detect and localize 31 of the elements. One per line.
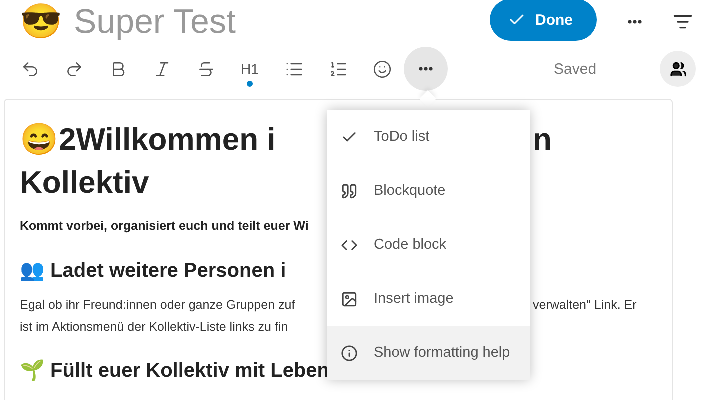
document-heading: n: [533, 121, 553, 159]
active-dot-icon: [247, 81, 253, 87]
paragraph-text: Egal ob ihr Freund:innen oder ganze Gruppen zuf: [20, 297, 296, 314]
menu-item[interactable]: ToDo list: [327, 110, 530, 164]
document-lead-text: Kommt vorbei, organisiert euch und teilt euer Wi: [20, 218, 310, 235]
document-heading: Kollektiv: [20, 164, 150, 202]
paragraph-text: ist im Aktionsmenü der Kollektiv-Liste links zu fin: [20, 319, 290, 336]
heading-button[interactable]: H1: [228, 47, 272, 91]
more-icon: [628, 20, 642, 24]
strike-icon: [196, 60, 216, 78]
title-emoji: 😎: [20, 5, 62, 39]
save-status: Saved: [554, 60, 598, 78]
done-button[interactable]: Done: [490, 0, 597, 41]
section-heading: 🌱 Füllt euer Kollektiv mit Leben: [20, 358, 327, 384]
share-button[interactable]: [660, 51, 696, 87]
undo-icon: [20, 60, 40, 78]
menu-item[interactable]: Code block: [327, 218, 530, 272]
info-icon: [341, 344, 358, 362]
document-heading: 😄2Willkommen i: [20, 121, 277, 159]
menu-item[interactable]: Blockquote: [327, 164, 530, 218]
image-icon: [341, 290, 358, 308]
quote-icon: [341, 182, 358, 200]
section-heading: 👥 Ladet weitere Personen i: [20, 259, 288, 284]
menu-item[interactable]: Insert image: [327, 272, 530, 326]
emoji-icon: [372, 60, 392, 78]
users-icon: [670, 60, 686, 78]
paragraph-text: verwalten" Link. Er: [533, 297, 638, 314]
more-icon: [419, 67, 433, 71]
redo-icon: [64, 60, 84, 78]
numbered-icon: [328, 60, 348, 78]
menu-item[interactable]: Show formatting help: [327, 326, 530, 380]
